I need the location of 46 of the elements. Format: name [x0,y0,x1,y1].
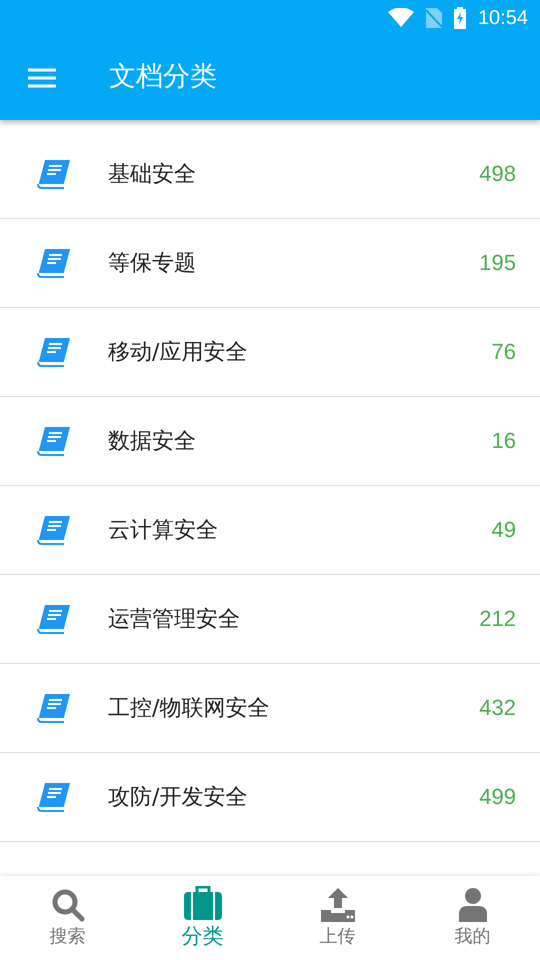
document-count: 498 [479,161,516,187]
category-item[interactable]: 攻防/开发安全 499 [0,753,540,842]
document-count: 212 [479,606,516,632]
nav-tab[interactable]: 上传 [270,876,405,960]
person-icon [458,888,486,922]
document-count: 49 [492,517,516,543]
category-item[interactable]: 工控/物联网安全 432 [0,664,540,753]
upload-icon [320,888,354,922]
nav-tab[interactable]: 搜索 [0,876,135,960]
book-icon [37,248,71,278]
document-count: 195 [479,250,516,276]
book-icon [37,693,71,723]
document-count: 16 [492,428,516,454]
briefcase-icon [184,886,222,920]
document-count: 499 [479,784,516,810]
book-icon [37,515,71,545]
category-item[interactable]: 基础安全 498 [0,130,540,219]
category-name: 移动/应用安全 [108,339,248,367]
battery-charging-icon [454,7,466,29]
search-icon [50,888,84,922]
no-sim-icon [426,8,442,28]
book-icon [37,337,71,367]
wifi-icon [388,8,414,28]
category-name: 基础安全 [108,161,197,189]
category-name: 数据安全 [108,428,197,456]
nav-tab[interactable]: 分类 [135,876,270,960]
status-time: 10:54 [478,6,528,30]
book-icon [37,159,71,189]
category-item[interactable]: 运营管理安全 212 [0,575,540,664]
document-count: 76 [492,339,516,365]
category-item[interactable]: 数据安全 16 [0,397,540,486]
category-name: 工控/物联网安全 [108,695,270,723]
category-name: 等保专题 [108,250,197,278]
document-count: 432 [479,695,516,721]
category-name: 攻防/开发安全 [108,784,248,812]
page-title: 文档分类 [109,60,217,94]
category-item[interactable]: 云计算安全 49 [0,486,540,575]
book-icon [37,604,71,634]
book-icon [37,782,71,812]
menu-icon[interactable] [28,68,56,88]
category-name: 运营管理安全 [108,606,241,634]
category-item[interactable]: 移动/应用安全 76 [0,308,540,397]
book-icon [37,426,71,456]
category-name: 云计算安全 [108,517,219,545]
nav-tab[interactable]: 我的 [405,876,540,960]
category-item[interactable]: 等保专题 195 [0,219,540,308]
